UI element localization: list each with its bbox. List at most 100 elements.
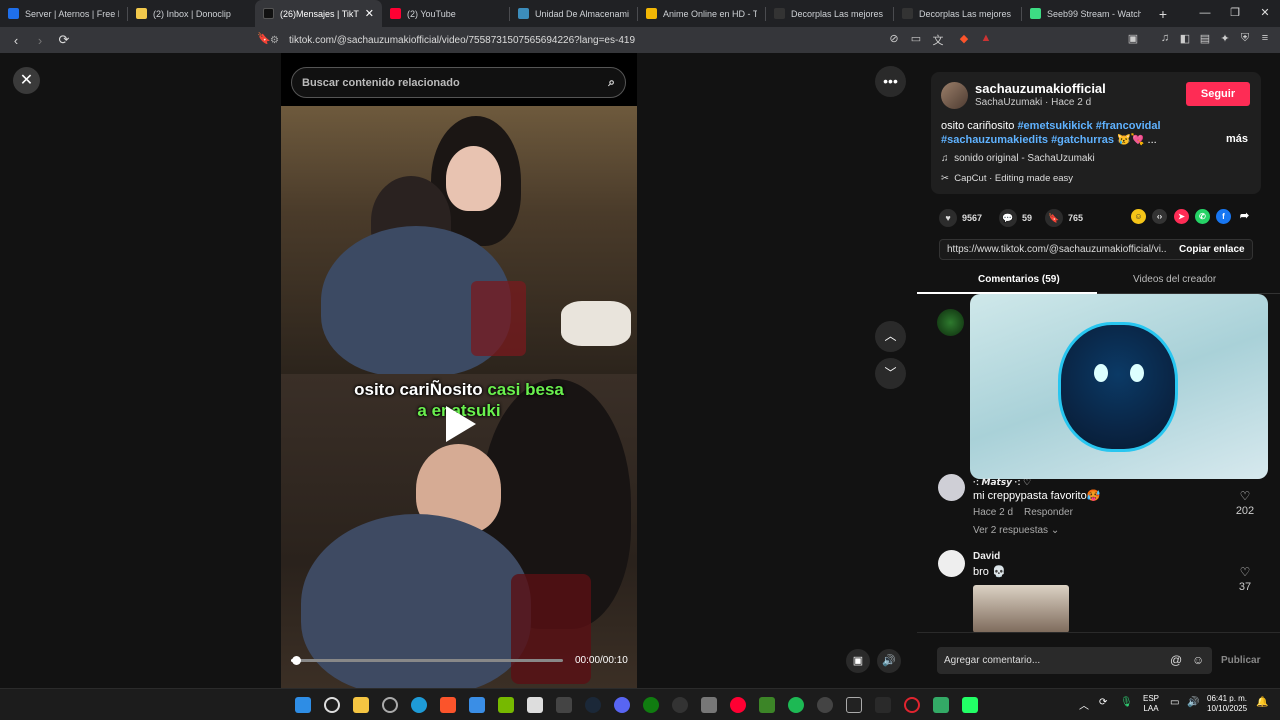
show-more-link[interactable]: más [1226, 133, 1248, 145]
hashtag[interactable]: #emetsukikick [1017, 120, 1092, 132]
tab-seeb99[interactable]: Seeb99 Stream - Watch Li [1022, 0, 1149, 27]
code-icon[interactable] [875, 697, 891, 713]
hashtag[interactable]: #francovidal [1096, 120, 1161, 132]
friends-share-icon[interactable]: ☺ [1131, 209, 1146, 224]
notifications-icon[interactable]: 🔔 [1256, 697, 1268, 708]
capcut-link[interactable]: ✂ CapCut · Editing made easy [941, 173, 1073, 184]
comment-input[interactable]: Agregar comentario... @ ☺ [937, 647, 1212, 674]
address-bar[interactable]: ⚙ tiktok.com/@sachauzumakiofficial/video… [270, 30, 830, 50]
volume-tray-icon[interactable]: 🔊 [1187, 697, 1199, 708]
close-icon[interactable]: ✕ [13, 67, 40, 94]
more-options-icon[interactable]: ••• [875, 66, 906, 97]
youtube-music-icon[interactable] [730, 697, 746, 713]
save-button[interactable]: 🔖 765 [1045, 209, 1083, 227]
photos-icon[interactable] [469, 697, 485, 713]
network-icon[interactable]: ▭ [1170, 697, 1179, 708]
copy-link-button[interactable]: Copiar enlace [1179, 244, 1245, 255]
share-link-url[interactable]: https://www.tiktok.com/@sachauzumakioffi… [947, 244, 1167, 255]
mention-icon[interactable]: @ [1170, 653, 1182, 667]
close-tab-icon[interactable]: ✕ [365, 7, 374, 20]
send-icon[interactable]: ➤ [1174, 209, 1189, 224]
search-icon[interactable]: ⌕ [608, 75, 615, 90]
steam-icon[interactable] [585, 697, 601, 713]
volume-icon[interactable]: 🔊 [877, 649, 901, 673]
minecraft-icon[interactable] [759, 697, 775, 713]
back-icon[interactable]: ‹ [6, 33, 26, 48]
epic-icon[interactable] [556, 697, 572, 713]
mic-icon[interactable]: 🎙 [1120, 697, 1133, 708]
author-username[interactable]: sachauzumakiofficial [975, 81, 1106, 96]
app-icon[interactable] [382, 697, 398, 713]
unity-icon[interactable] [701, 697, 717, 713]
wallet-icon[interactable]: ▤ [1197, 32, 1213, 45]
tab-decorplas-1[interactable]: Decorplas Las mejores Ofe [766, 0, 893, 27]
embed-icon[interactable]: ‹› [1152, 209, 1167, 224]
no-tracking-icon[interactable]: ⊘ [886, 32, 902, 45]
next-video-icon[interactable]: ﹀ [875, 358, 906, 389]
facebook-icon[interactable]: f [1216, 209, 1231, 224]
app-window-icon[interactable] [962, 697, 978, 713]
spotify-icon[interactable] [788, 697, 804, 713]
file-explorer-icon[interactable] [353, 697, 369, 713]
opera-icon[interactable] [904, 697, 920, 713]
maximize-icon[interactable]: ❐ [1220, 0, 1250, 27]
comment-author[interactable]: ·: 𝙈𝙖𝙩𝙨𝙮 ·: ♡ [973, 477, 1031, 488]
whatsapp-icon[interactable]: ✆ [1195, 209, 1210, 224]
forward-icon[interactable]: › [30, 33, 50, 48]
show-hidden-icons[interactable]: ︿ [1079, 697, 1089, 712]
author-avatar[interactable] [941, 82, 968, 109]
reload-icon[interactable]: ⟳ [54, 32, 74, 48]
xbox-icon[interactable] [643, 697, 659, 713]
comment-avatar[interactable] [938, 474, 965, 501]
vpn-icon[interactable]: ⛨ [1237, 32, 1253, 45]
like-button[interactable]: ♥ 9567 [939, 209, 982, 227]
tab-comments[interactable]: Comentarios (59) [978, 274, 1060, 285]
input-language[interactable]: ESP LAA [1143, 694, 1159, 714]
leo-icon[interactable]: ✦ [1217, 32, 1233, 45]
site-info-icon[interactable]: ⚙ [270, 35, 279, 46]
comment-like-icon[interactable]: ♡ [1233, 489, 1257, 503]
video-player[interactable]: osito cariÑosito casi besa a enatsuki [281, 106, 637, 688]
play-icon[interactable] [446, 406, 476, 442]
store-icon[interactable] [527, 697, 543, 713]
tab-donoclip[interactable]: (2) Inbox | Donoclip [128, 0, 255, 27]
windows-start-icon[interactable] [295, 697, 311, 713]
comment-button[interactable]: 💬 59 [999, 209, 1032, 227]
close-window-icon[interactable]: ✕ [1250, 0, 1280, 27]
sidebar-icon[interactable]: ◧ [1177, 32, 1193, 45]
music-icon[interactable]: ♫ [1157, 32, 1173, 44]
app-g-icon[interactable] [672, 697, 688, 713]
tab-decorplas-2[interactable]: Decorplas Las mejores Ofe [894, 0, 1021, 27]
sync-icon[interactable]: ⟳ [1099, 697, 1107, 708]
new-tab-button[interactable]: + [1149, 6, 1177, 22]
hashtag[interactable]: #sachauzumakiedits [941, 134, 1048, 146]
tab-creator-videos[interactable]: Videos del creador [1133, 274, 1216, 285]
emoji-icon[interactable]: ☺ [1192, 653, 1204, 667]
brave-rewards-icon[interactable]: ▲ [978, 32, 994, 44]
reply-button[interactable]: Responder [1024, 507, 1073, 518]
comment-avatar[interactable] [938, 550, 965, 577]
share-icon[interactable]: ➦ [1237, 209, 1252, 224]
4k-app-icon[interactable] [933, 697, 949, 713]
cast-icon[interactable]: ▭ [908, 32, 924, 45]
miniplayer-icon[interactable]: ▣ [846, 649, 870, 673]
comment-like-icon[interactable]: ♡ [1233, 565, 1257, 579]
audio-app-icon[interactable] [817, 697, 833, 713]
brave-shield-icon[interactable]: ◆ [956, 32, 972, 45]
tab-aternos[interactable]: Server | Aternos | Free Min [0, 0, 127, 27]
menu-icon[interactable]: ≡ [1257, 32, 1273, 44]
search-input[interactable]: Buscar contenido relacionado ⌕ [291, 67, 626, 98]
comment-avatar[interactable] [937, 309, 964, 336]
edge-icon[interactable] [411, 697, 427, 713]
clock[interactable]: 06:41 p. m. 10/10/2025 [1207, 694, 1247, 714]
tab-tiktok-active[interactable]: (26)Mensajes | TikT ✕ [255, 0, 382, 27]
follow-button[interactable]: Seguir [1186, 82, 1250, 106]
video-progress-bar[interactable] [291, 656, 563, 665]
view-replies-button[interactable]: Ver 2 respuestas ⌄ [973, 525, 1059, 536]
translate-icon[interactable]: 文 [930, 32, 946, 48]
publish-button[interactable]: Publicar [1221, 655, 1260, 666]
comment-author[interactable]: David [973, 551, 1000, 562]
reader-icon[interactable]: ▣ [1125, 32, 1141, 45]
sound-link[interactable]: ♫ sonido original - SachaUzumaki [941, 153, 1095, 164]
hashtag[interactable]: #gatchurras [1051, 134, 1114, 146]
